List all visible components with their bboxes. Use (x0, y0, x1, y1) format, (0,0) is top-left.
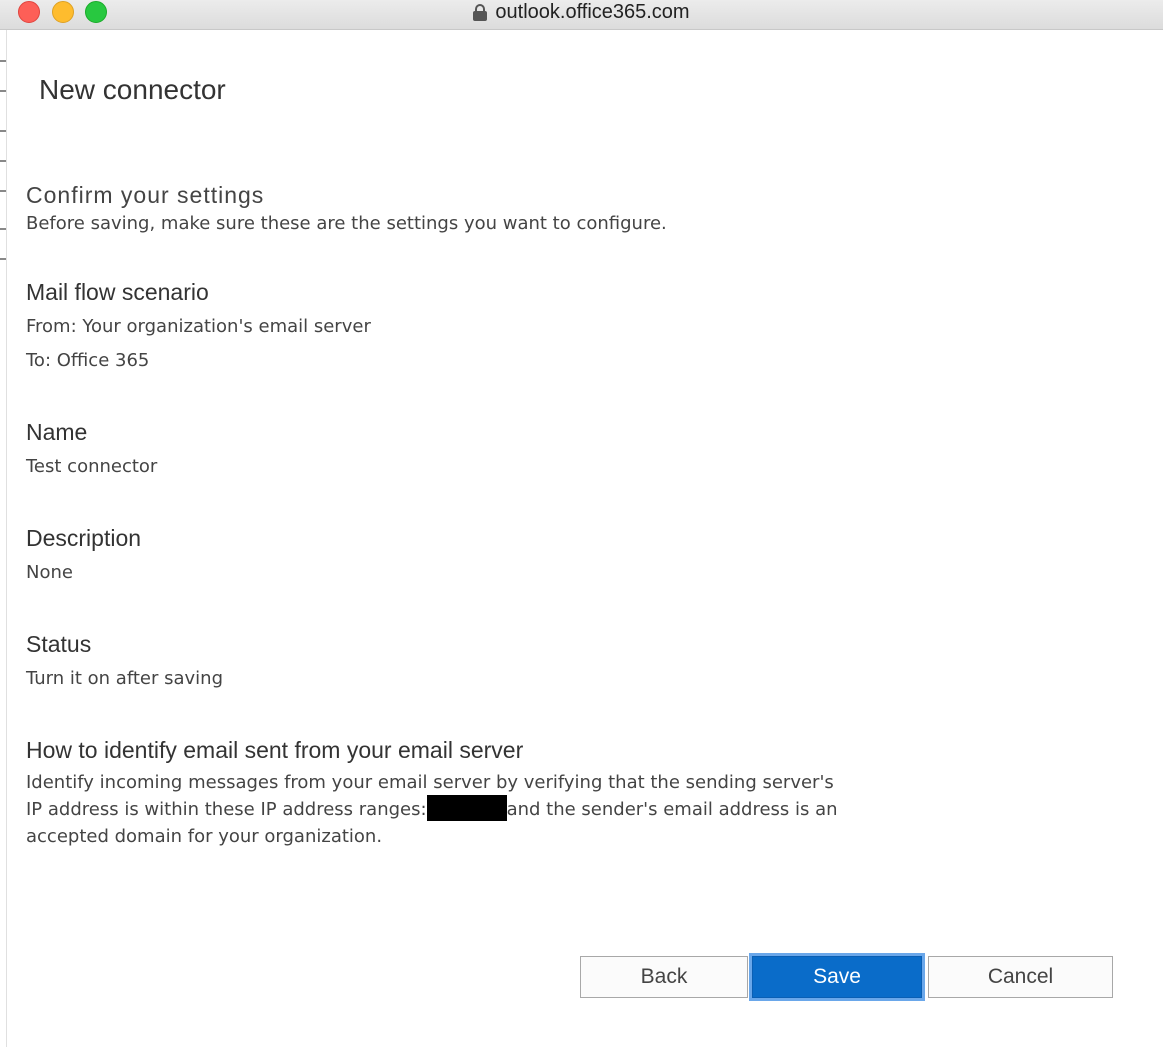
url-text: outlook.office365.com (495, 0, 690, 23)
identify-line-2: IP address is within these IP address ra… (26, 795, 846, 823)
status-section: Status Turn it on after saving (26, 629, 223, 692)
name-value: Test connector (26, 456, 158, 477)
description-value: None (26, 562, 73, 583)
background-window-edge (0, 30, 7, 1047)
back-button[interactable]: Back (580, 956, 748, 998)
name-heading: Name (26, 419, 88, 445)
status-value: Turn it on after saving (26, 668, 224, 689)
identify-line-2-after: and the sender's email address is an (506, 799, 838, 820)
name-section: Name Test connector (26, 417, 157, 480)
save-button[interactable]: Save (752, 956, 922, 998)
lock-icon (473, 3, 488, 21)
confirm-description: Before saving, make sure these are the s… (26, 213, 667, 234)
mail-flow-to: To: Office 365 (26, 350, 150, 371)
description-section: Description None (26, 523, 141, 586)
cancel-button[interactable]: Cancel (928, 956, 1113, 998)
status-heading: Status (26, 631, 92, 657)
identify-heading: How to identify email sent from your ema… (26, 737, 524, 763)
identify-line-3: accepted domain for your organization. (26, 826, 383, 847)
identify-line-2-before: IP address is within these IP address ra… (26, 799, 427, 820)
confirm-section: Confirm your settings Before saving, mak… (26, 180, 667, 237)
mail-flow-from: From: Your organization's email server (26, 316, 371, 337)
description-heading: Description (26, 525, 142, 551)
redacted-ip-range (426, 795, 507, 821)
browser-titlebar: outlook.office365.com (0, 0, 1163, 30)
identify-section: How to identify email sent from your ema… (26, 735, 846, 850)
page-title: New connector (39, 74, 226, 105)
mail-flow-heading: Mail flow scenario (26, 279, 209, 305)
identify-line-1: Identify incoming messages from your ema… (26, 772, 834, 793)
confirm-heading: Confirm your settings (26, 182, 265, 208)
mail-flow-section: Mail flow scenario From: Your organizati… (26, 277, 371, 374)
address-display: outlook.office365.com (0, 0, 1163, 24)
